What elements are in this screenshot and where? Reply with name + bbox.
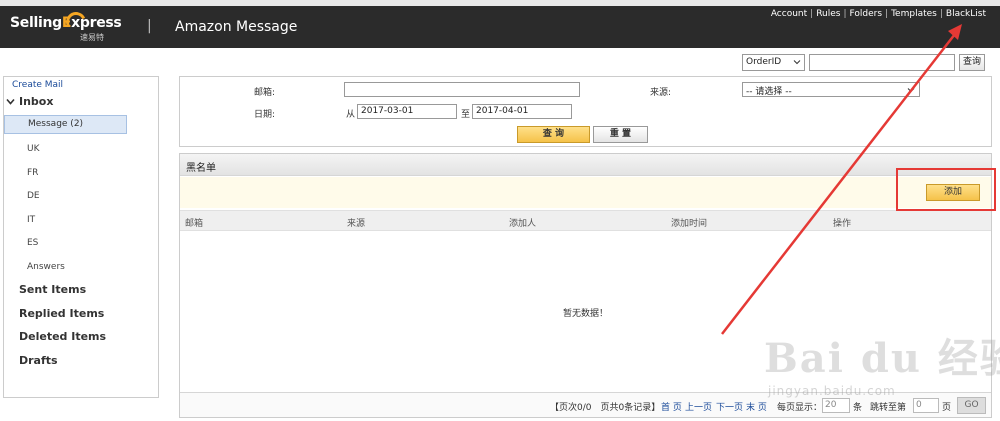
sidebar-item-answers[interactable]: Answers	[27, 262, 65, 272]
reset-button[interactable]: 重 置	[593, 126, 648, 143]
query-button[interactable]: 查 询	[517, 126, 590, 143]
mail-sidebar: Create Mail Inbox Message (2) UK FR DE I…	[3, 76, 159, 398]
create-mail-link[interactable]: Create Mail	[12, 80, 63, 90]
annotation-highlight-box	[896, 168, 996, 211]
column-added-time[interactable]: 添加时间	[671, 216, 707, 229]
order-search-button[interactable]: 查询	[959, 54, 985, 71]
top-navigation: Account | Rules | Folders | Templates | BlackLis…	[770, 9, 986, 19]
nav-account[interactable]: Account	[771, 9, 807, 19]
blacklist-title: 黑名单	[180, 154, 991, 176]
watermark-logo: Bai du 经验	[764, 335, 1000, 382]
nav-folders[interactable]: Folders	[850, 9, 883, 19]
sidebar-item-de[interactable]: DE	[27, 191, 40, 201]
page-title: Amazon Message	[175, 19, 298, 35]
chevron-down-icon	[907, 88, 915, 93]
sidebar-item-fr[interactable]: FR	[27, 168, 38, 178]
sidebar-item-drafts[interactable]: Drafts	[19, 354, 58, 367]
column-added-by[interactable]: 添加人	[509, 216, 536, 229]
column-actions[interactable]: 操作	[833, 216, 851, 229]
sidebar-item-sent[interactable]: Sent Items	[19, 283, 86, 296]
sidebar-item-message[interactable]: Message (2)	[4, 115, 127, 134]
order-search-input[interactable]	[809, 54, 955, 71]
pager-first[interactable]: 首 页	[661, 400, 682, 413]
nav-templates[interactable]: Templates	[891, 9, 937, 19]
source-select[interactable]: -- 请选择 --	[742, 82, 920, 97]
sellingexpress-logo[interactable]: SellingExpress 速易特	[10, 9, 130, 45]
sidebar-inbox[interactable]: Inbox	[6, 95, 53, 108]
sidebar-item-es[interactable]: ES	[27, 238, 38, 248]
chevron-down-icon	[6, 98, 15, 105]
nav-blacklist[interactable]: BlackList	[946, 9, 986, 19]
pager-prev[interactable]: 上一页	[685, 400, 712, 413]
date-label: 日期:	[254, 110, 276, 120]
app-header: SellingExpress 速易特 | Amazon Message Acco…	[0, 6, 1000, 48]
empty-state-text: 暂无数据！	[562, 309, 608, 319]
sidebar-inbox-label: Inbox	[19, 95, 54, 108]
blacklist-toolbar: 添加	[180, 177, 991, 208]
date-to-label: 至	[461, 110, 471, 120]
sidebar-item-replied[interactable]: Replied Items	[19, 307, 104, 320]
logo-chinese-name: 速易特	[80, 33, 104, 42]
order-select-value: OrderID	[746, 57, 782, 67]
source-select-value: -- 请选择 --	[746, 87, 792, 97]
watermark-url: jingyan.baidu.com	[768, 384, 896, 398]
sidebar-item-deleted[interactable]: Deleted Items	[19, 330, 106, 343]
source-label: 来源:	[650, 88, 672, 98]
blacklist-table-header: 邮箱 来源 添加人 添加时间 操作	[180, 210, 991, 231]
sidebar-item-uk[interactable]: UK	[27, 144, 40, 154]
pager-next[interactable]: 下一页	[716, 400, 743, 413]
column-email[interactable]: 邮箱	[185, 216, 203, 229]
filter-panel: 邮箱: 来源: -- 请选择 -- 日期: 从 2017-03-01 至 201…	[179, 76, 992, 147]
email-input[interactable]	[344, 82, 580, 97]
pager-info: 【页次0/0 页共0条记录】	[550, 403, 661, 413]
date-from-input[interactable]: 2017-03-01	[357, 104, 457, 119]
nav-rules[interactable]: Rules	[816, 9, 840, 19]
email-label: 邮箱:	[254, 88, 276, 98]
baidu-watermark: Bai du 经验 jingyan.baidu.com	[760, 326, 1000, 406]
sidebar-item-it[interactable]: IT	[27, 215, 35, 225]
date-to-input[interactable]: 2017-04-01	[472, 104, 572, 119]
chevron-down-icon	[793, 60, 801, 65]
date-from-label: 从	[346, 110, 356, 120]
column-source[interactable]: 来源	[347, 216, 365, 229]
order-field-select[interactable]: OrderID	[742, 54, 805, 71]
header-separator: |	[147, 18, 152, 34]
